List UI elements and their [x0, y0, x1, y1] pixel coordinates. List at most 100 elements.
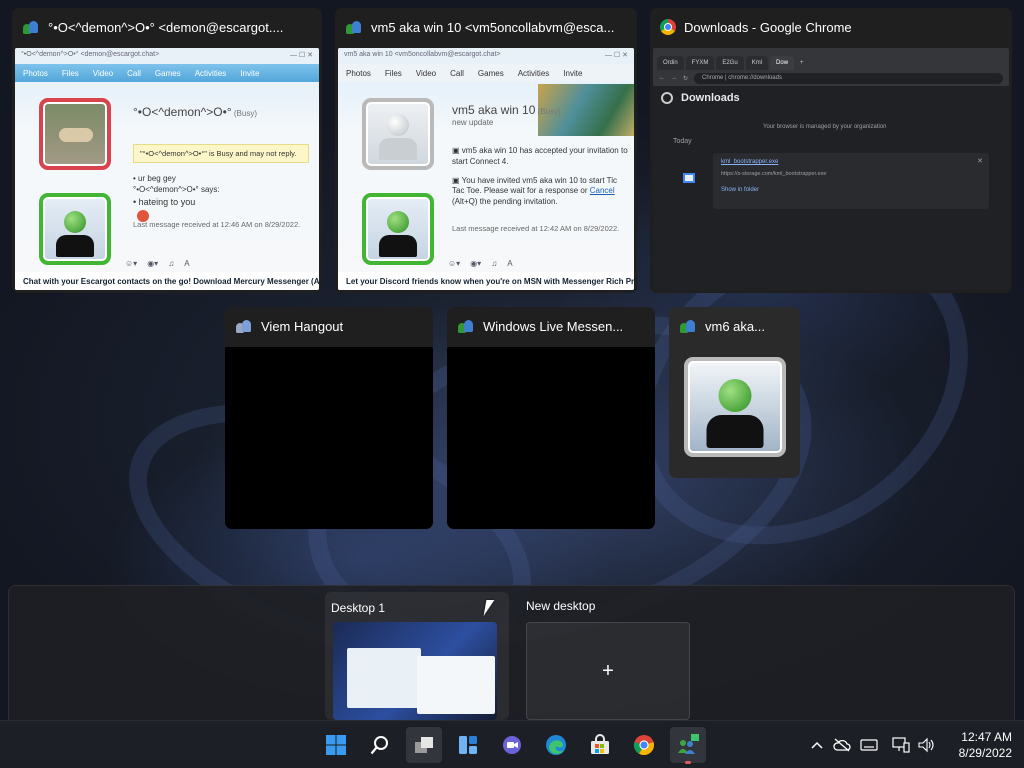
- window-title: vm5 aka win 10 <vm5oncollabvm@esca...: [371, 19, 615, 35]
- thumb-window: [417, 656, 495, 714]
- cancel-link[interactable]: Cancel: [590, 186, 615, 195]
- downloads-header: Downloads: [661, 92, 740, 104]
- clock-time: 12:47 AM: [961, 730, 1012, 744]
- window-demon-conversation[interactable]: °•О<^demon^>О•° <demon@escargot.... °•О<…: [12, 8, 322, 293]
- edge-button[interactable]: [538, 727, 574, 763]
- chrome-icon: [660, 19, 676, 35]
- widgets-icon: [459, 736, 477, 754]
- window-title: Downloads - Google Chrome: [684, 19, 852, 35]
- window-live-messenger[interactable]: Windows Live Messen...: [447, 307, 655, 529]
- download-item: kml_bootstrapper.exe https://s-storage.c…: [683, 153, 989, 209]
- new-desktop-tile[interactable]: New desktop +: [524, 596, 694, 720]
- tray-overflow-button[interactable]: [808, 721, 826, 768]
- conversation-menu: Photos Files Video Call Games Activities…: [15, 64, 319, 82]
- message-line: ▣ You have invited vm5 aka win 10 to sta…: [452, 175, 617, 207]
- menu-item: Invite: [240, 68, 260, 78]
- menu-item: Video: [415, 68, 437, 78]
- remove-icon: ✕: [977, 158, 983, 165]
- network-tray[interactable]: [890, 721, 912, 768]
- volume-icon: [918, 737, 934, 753]
- window-header[interactable]: °•О<^demon^>О•° <demon@escargot....: [12, 8, 322, 46]
- window-header[interactable]: Downloads - Google Chrome: [650, 8, 1012, 46]
- desktop-1-tile[interactable]: Desktop 1: [325, 592, 509, 720]
- onedrive-tray[interactable]: [832, 721, 852, 768]
- person-torso: [379, 235, 417, 257]
- person-torso: [56, 235, 94, 257]
- person-head: [718, 379, 752, 412]
- file-url: https://s-storage.com/kml_bootstrapper.e…: [721, 171, 827, 177]
- new-desktop-button[interactable]: +: [526, 622, 690, 720]
- volume-tray[interactable]: [916, 721, 938, 768]
- wink-icon: ◉▾: [470, 258, 482, 268]
- message-line: • ur beg gey: [133, 174, 176, 183]
- window-thumbnail: [225, 347, 433, 529]
- window-vm6[interactable]: vm6 aka...: [669, 307, 800, 478]
- chrome-tab: FYXM: [685, 56, 715, 70]
- store-button[interactable]: [582, 727, 618, 763]
- font-icon: A: [184, 258, 190, 268]
- message-line: °•О<^demon^>О•° says:: [133, 184, 220, 194]
- search-button[interactable]: [362, 727, 398, 763]
- widgets-button[interactable]: [450, 727, 486, 763]
- ad-banner: Let your Discord friends know when you'r…: [338, 272, 634, 290]
- chrome-tab: Ordin: [657, 56, 684, 70]
- my-avatar: [39, 193, 111, 265]
- window-vm5-conversation[interactable]: vm5 aka win 10 <vm5oncollabvm@esca... vm…: [335, 8, 637, 293]
- menu-item: Games: [154, 68, 181, 78]
- nudge-icon: ♫: [491, 258, 498, 268]
- menu-item: Files: [384, 68, 402, 78]
- chrome-tab: Kml: [745, 56, 769, 70]
- clock[interactable]: 12:47 AM 8/29/2022: [959, 729, 1012, 761]
- window-chrome-downloads[interactable]: Downloads - Google Chrome Ordin FYXM E2G…: [650, 8, 1012, 293]
- dog-photo: [59, 128, 93, 142]
- contact-avatar: [362, 98, 434, 170]
- running-indicator: [685, 761, 691, 764]
- contact-name: °•О<^demon^>О•°: [133, 105, 232, 119]
- window-header[interactable]: vm5 aka win 10 <vm5oncollabvm@esca...: [335, 8, 637, 46]
- person-head: [64, 211, 86, 233]
- show-in-folder-link: Show in folder: [721, 187, 760, 193]
- thumb-window: [347, 648, 421, 708]
- messenger-icon: [679, 318, 697, 334]
- menu-item: Photos: [23, 68, 48, 78]
- input-indicator[interactable]: [858, 721, 880, 768]
- window-header[interactable]: Windows Live Messen...: [447, 307, 655, 345]
- task-view-button[interactable]: [406, 727, 442, 763]
- file-icon: [683, 173, 695, 183]
- window-thumbnail: °•О<^demon^>О•° <demon@escargot.chat> — ☐…: [15, 48, 319, 290]
- window-header[interactable]: Viem Hangout: [225, 307, 433, 345]
- chrome-icon: [633, 735, 654, 756]
- messenger-icon: [345, 19, 363, 35]
- virtual-desktops-bar: Desktop 1 New desktop +: [8, 585, 1015, 721]
- chrome-logo-icon: [661, 92, 673, 104]
- last-message-time: Last message received at 12:46 AM on 8/2…: [133, 220, 301, 229]
- wink-icon: ◉▾: [147, 258, 159, 268]
- new-tab-icon: +: [800, 60, 804, 66]
- file-name: kml_bootstrapper.exe: [721, 159, 779, 165]
- conversation-title: vm5 aka win 10 <vm5oncollabvm@escargot.c…: [344, 51, 501, 58]
- messenger-icon: [235, 318, 253, 334]
- menu-item: Photos: [346, 68, 371, 78]
- format-toolbar: ☺▾ ◉▾ ♫ A: [125, 255, 313, 271]
- window-viem-hangout[interactable]: Viem Hangout: [225, 307, 433, 529]
- messenger-taskbar-button[interactable]: [670, 727, 706, 764]
- chrome-omnibox: ← → ↻ Chrome | chrome://downloads: [653, 70, 1009, 86]
- busy-notice: "°•О<^demon^>О•°" is Busy and may not re…: [133, 144, 309, 163]
- contact-header: vm5 aka win 10 (Busy) new update: [452, 102, 561, 129]
- desktop-1-thumbnail[interactable]: [333, 622, 497, 720]
- back-icon: ←: [659, 75, 665, 81]
- display-picture: [684, 357, 786, 457]
- person-head: [387, 211, 409, 233]
- taskbar: 12:47 AM 8/29/2022: [0, 720, 1024, 768]
- messenger-icon: [678, 734, 699, 754]
- contact-status: (Busy): [233, 109, 257, 118]
- today-heading: Today: [673, 138, 692, 145]
- window-title: Windows Live Messen...: [483, 318, 624, 334]
- network-icon: [892, 737, 910, 753]
- chat-button[interactable]: [494, 727, 530, 763]
- start-button[interactable]: [318, 727, 354, 763]
- window-header[interactable]: vm6 aka...: [669, 307, 800, 345]
- emoticon-icon: ☺▾: [125, 258, 138, 268]
- chrome-taskbar-button[interactable]: [626, 727, 662, 763]
- managed-notice: Your browser is managed by your organiza…: [763, 124, 887, 130]
